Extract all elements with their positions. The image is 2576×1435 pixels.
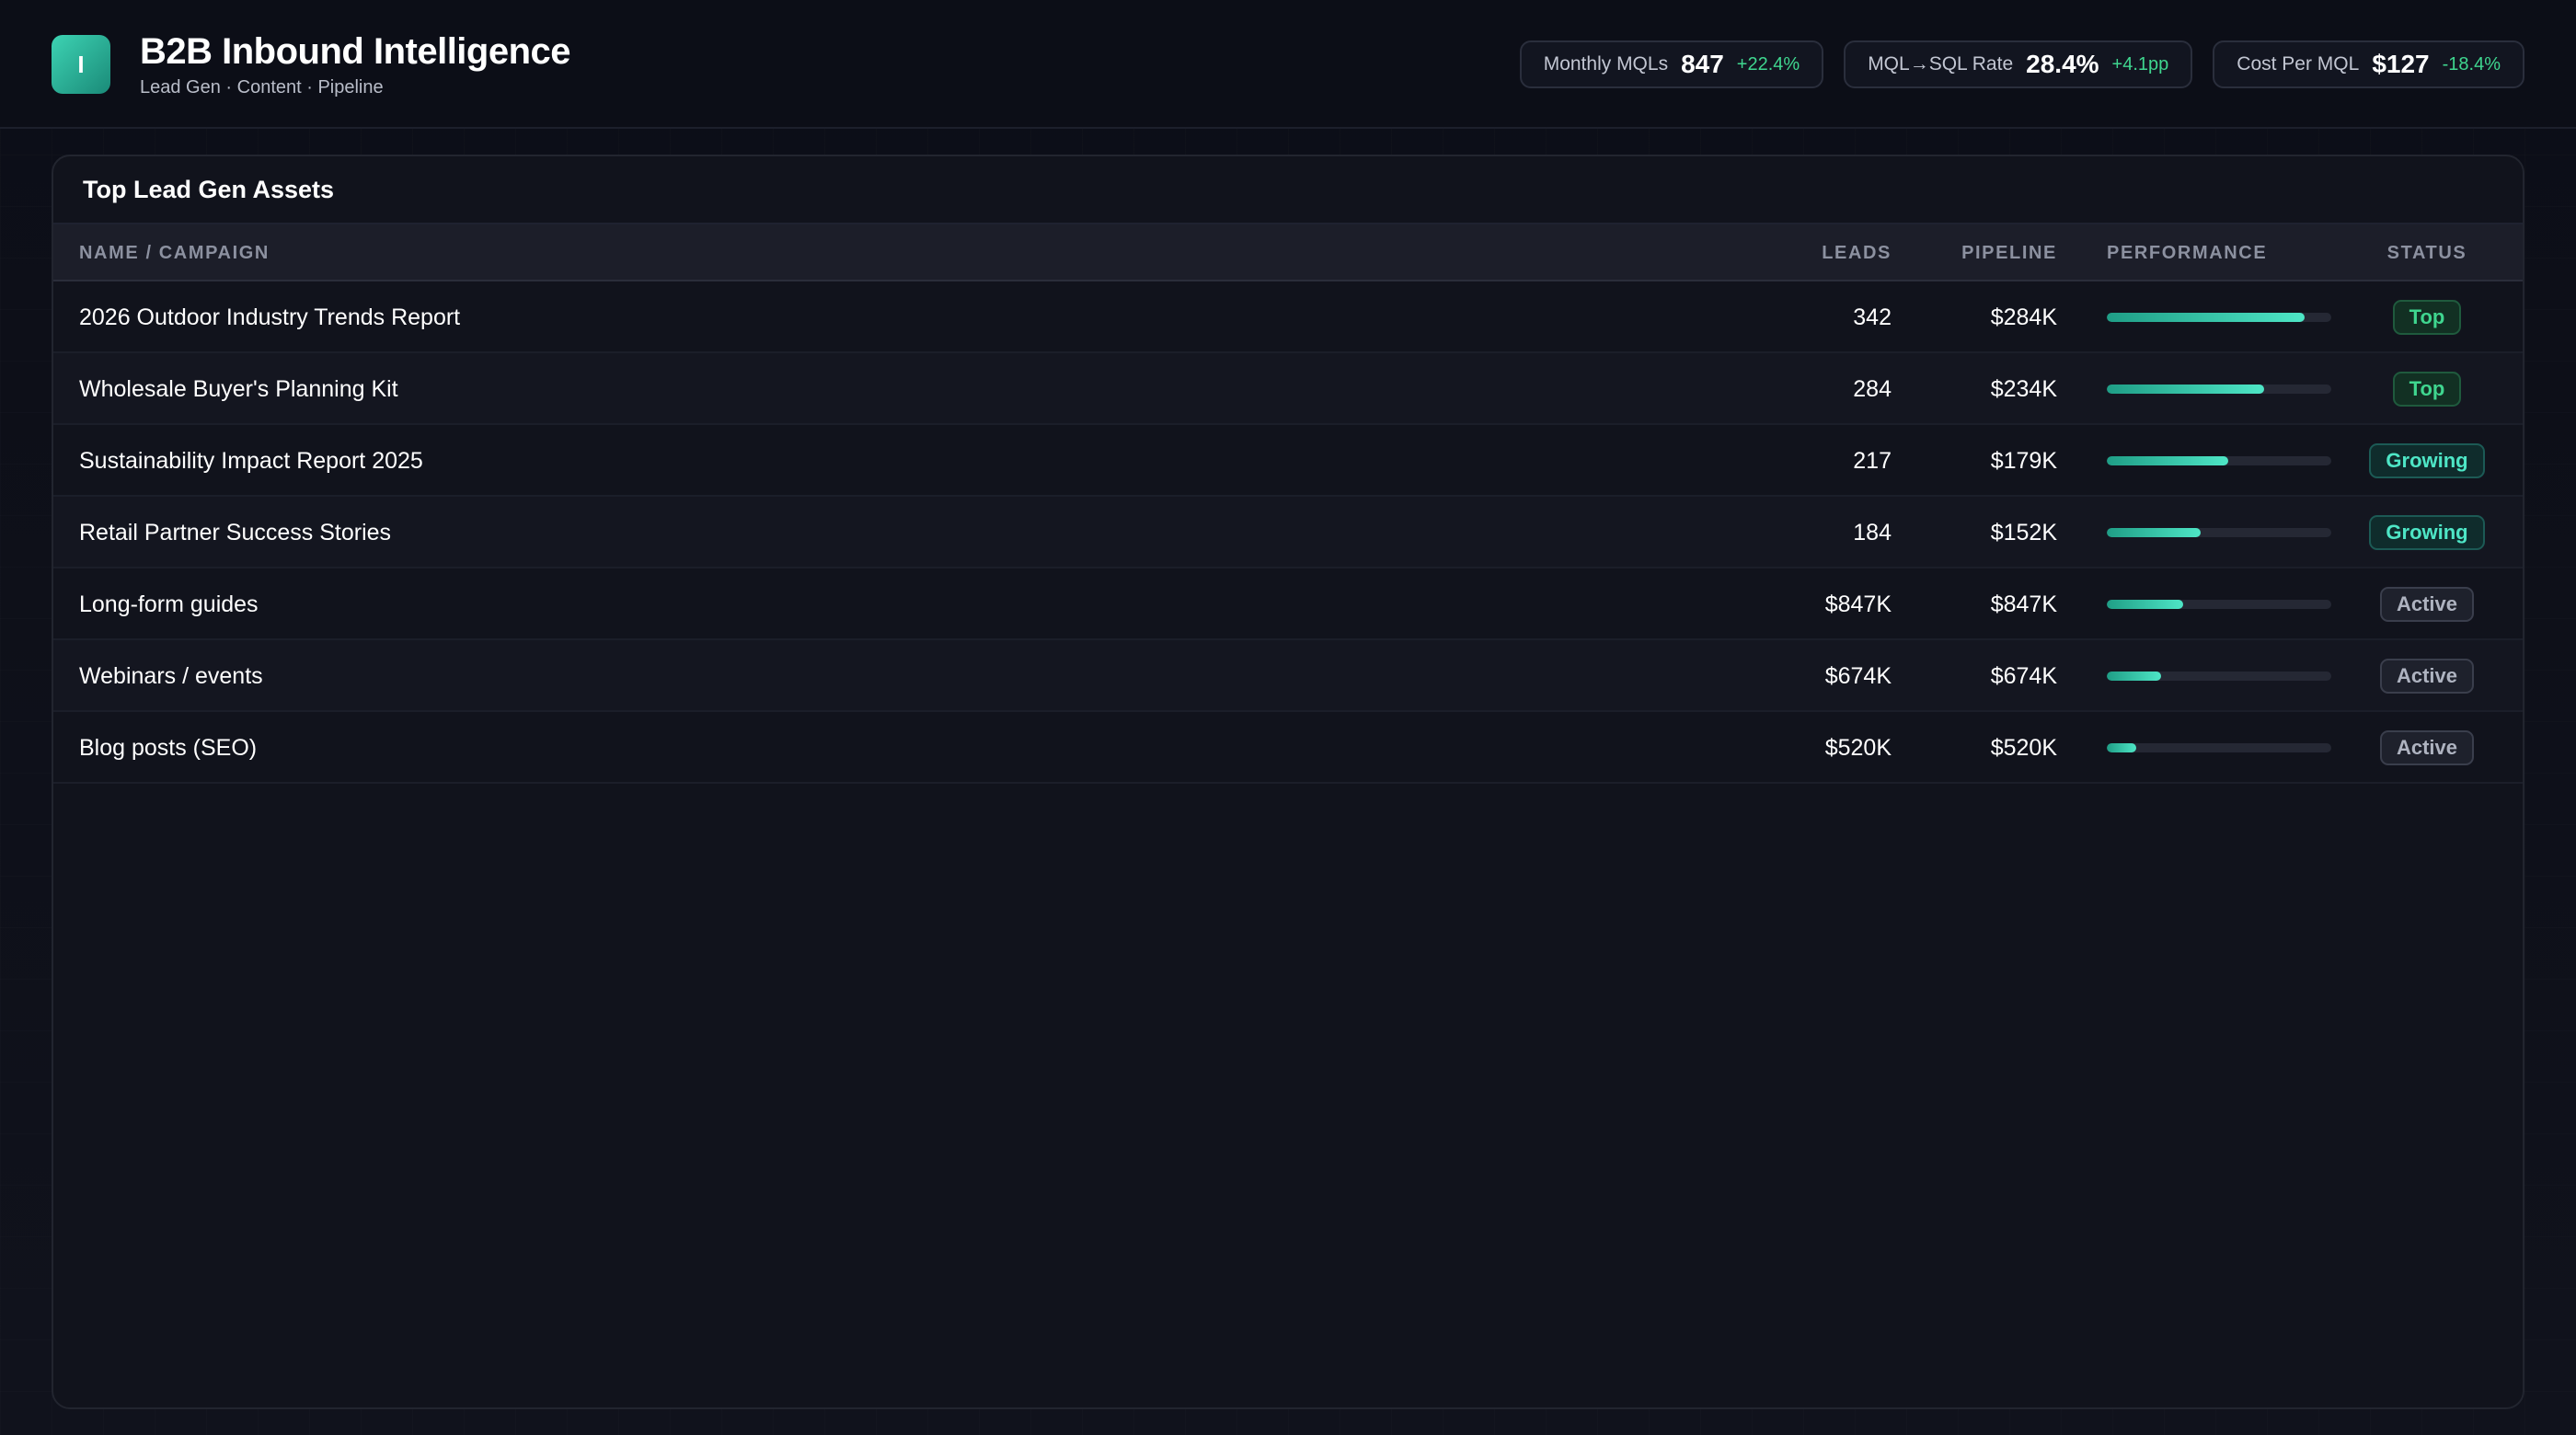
column-header-pipeline[interactable]: PIPELINE: [1961, 224, 2057, 281]
app-title: B2B Inbound Intelligence: [140, 31, 571, 72]
assets-panel: Top Lead Gen Assets NAME / CAMPAIGN LEAD…: [52, 155, 2524, 1409]
table-row[interactable]: Wholesale Buyer's Planning Kit 284 $234K…: [53, 353, 2523, 425]
cell-leads: $520K: [1824, 734, 1892, 761]
performance-bar-track: [2107, 385, 2331, 394]
cell-performance: [2107, 497, 2331, 568]
cell-performance: [2107, 281, 2331, 353]
cell-name: Wholesale Buyer's Planning Kit: [79, 375, 398, 402]
performance-bar-fill: [2107, 600, 2183, 609]
table-row[interactable]: Retail Partner Success Stories 184 $152K…: [53, 497, 2523, 568]
performance-bar-fill: [2107, 743, 2136, 752]
column-header-name[interactable]: NAME / CAMPAIGN: [79, 224, 270, 281]
status-badge: Growing: [2369, 515, 2485, 550]
cell-pipeline: $847K: [1990, 591, 2057, 617]
cell-pipeline: $520K: [1990, 734, 2057, 761]
cell-name: Long-form guides: [79, 591, 259, 617]
app-logo[interactable]: I: [52, 35, 110, 94]
performance-bar-fill: [2107, 313, 2305, 322]
kpi-label: MQL→SQL Rate: [1868, 53, 2014, 75]
cell-leads: 284: [1853, 375, 1892, 402]
table-row[interactable]: Blog posts (SEO) $520K $520K Active: [53, 712, 2523, 784]
status-badge: Active: [2379, 659, 2475, 694]
cell-leads: 184: [1853, 519, 1892, 545]
kpi-monthly-mqls[interactable]: Monthly MQLs 847 +22.4%: [1519, 40, 1824, 88]
app-subtitle: Lead Gen · Content · Pipeline: [140, 77, 384, 98]
column-header-leads[interactable]: LEADS: [1822, 224, 1892, 281]
kpi-label: Monthly MQLs: [1543, 53, 1669, 75]
cell-performance: [2107, 353, 2331, 425]
cell-performance: [2107, 425, 2331, 497]
table-body: 2026 Outdoor Industry Trends Report 342 …: [53, 281, 2523, 784]
cell-name: Retail Partner Success Stories: [79, 519, 392, 545]
status-badge: Top: [2392, 300, 2462, 335]
kpi-label: Cost Per MQL: [2237, 53, 2360, 75]
title-block: B2B Inbound Intelligence Lead Gen · Cont…: [140, 29, 571, 99]
cell-name: 2026 Outdoor Industry Trends Report: [79, 304, 461, 330]
performance-bar-fill: [2107, 528, 2202, 537]
app-header: I B2B Inbound Intelligence Lead Gen · Co…: [0, 0, 2576, 129]
performance-bar-track: [2107, 600, 2331, 609]
performance-bar-track: [2107, 456, 2331, 465]
cell-pipeline: $179K: [1990, 447, 2057, 474]
performance-bar-fill: [2107, 385, 2264, 394]
status-badge: Active: [2379, 587, 2475, 622]
performance-bar-fill: [2107, 456, 2228, 465]
cell-status: Growing: [2369, 425, 2485, 497]
table-row[interactable]: 2026 Outdoor Industry Trends Report 342 …: [53, 281, 2523, 353]
kpi-value: 847: [1681, 50, 1724, 78]
table-row[interactable]: Webinars / events $674K $674K Active: [53, 640, 2523, 712]
table-header: NAME / CAMPAIGN LEADS PIPELINE PERFORMAN…: [53, 224, 2523, 281]
kpi-delta: +22.4%: [1736, 53, 1800, 75]
column-header-status[interactable]: STATUS: [2372, 224, 2482, 281]
table-row[interactable]: Sustainability Impact Report 2025 217 $1…: [53, 425, 2523, 497]
kpi-value: 28.4%: [2026, 50, 2099, 78]
kpi-delta: -18.4%: [2442, 53, 2501, 75]
cell-pipeline: $674K: [1990, 662, 2057, 689]
cell-leads: $674K: [1824, 662, 1892, 689]
kpi-strip: Monthly MQLs 847 +22.4% MQL→SQL Rate 28.…: [1519, 40, 2524, 88]
cell-performance: [2107, 640, 2331, 712]
panel-title: Top Lead Gen Assets: [53, 156, 2523, 224]
cell-status: Active: [2372, 640, 2482, 712]
cell-name: Sustainability Impact Report 2025: [79, 447, 423, 474]
cell-leads: $847K: [1824, 591, 1892, 617]
kpi-value: $127: [2372, 50, 2430, 78]
performance-bar-track: [2107, 313, 2331, 322]
status-badge: Top: [2392, 372, 2462, 407]
performance-bar-track: [2107, 528, 2331, 537]
cell-status: Growing: [2369, 497, 2485, 568]
kpi-delta: +4.1pp: [2111, 53, 2169, 75]
status-badge: Growing: [2369, 443, 2485, 478]
cell-performance: [2107, 712, 2331, 784]
cell-status: Top: [2372, 353, 2482, 425]
cell-performance: [2107, 568, 2331, 640]
cell-name: Blog posts (SEO): [79, 734, 258, 761]
column-header-performance[interactable]: PERFORMANCE: [2107, 224, 2267, 281]
status-badge: Active: [2379, 730, 2475, 765]
cell-name: Webinars / events: [79, 662, 263, 689]
performance-bar-track: [2107, 672, 2331, 681]
cell-leads: 342: [1853, 304, 1892, 330]
cell-pipeline: $234K: [1990, 375, 2057, 402]
cell-status: Active: [2372, 712, 2482, 784]
kpi-mql-sql-rate[interactable]: MQL→SQL Rate 28.4% +4.1pp: [1844, 40, 2193, 88]
cell-status: Active: [2372, 568, 2482, 640]
performance-bar-track: [2107, 743, 2331, 752]
kpi-cost-per-mql[interactable]: Cost Per MQL $127 -18.4%: [2213, 40, 2524, 88]
cell-pipeline: $152K: [1990, 519, 2057, 545]
cell-status: Top: [2372, 281, 2482, 353]
logo-letter: I: [77, 50, 85, 78]
cell-leads: 217: [1853, 447, 1892, 474]
performance-bar-fill: [2107, 672, 2161, 681]
table-row[interactable]: Long-form guides $847K $847K Active: [53, 568, 2523, 640]
cell-pipeline: $284K: [1990, 304, 2057, 330]
